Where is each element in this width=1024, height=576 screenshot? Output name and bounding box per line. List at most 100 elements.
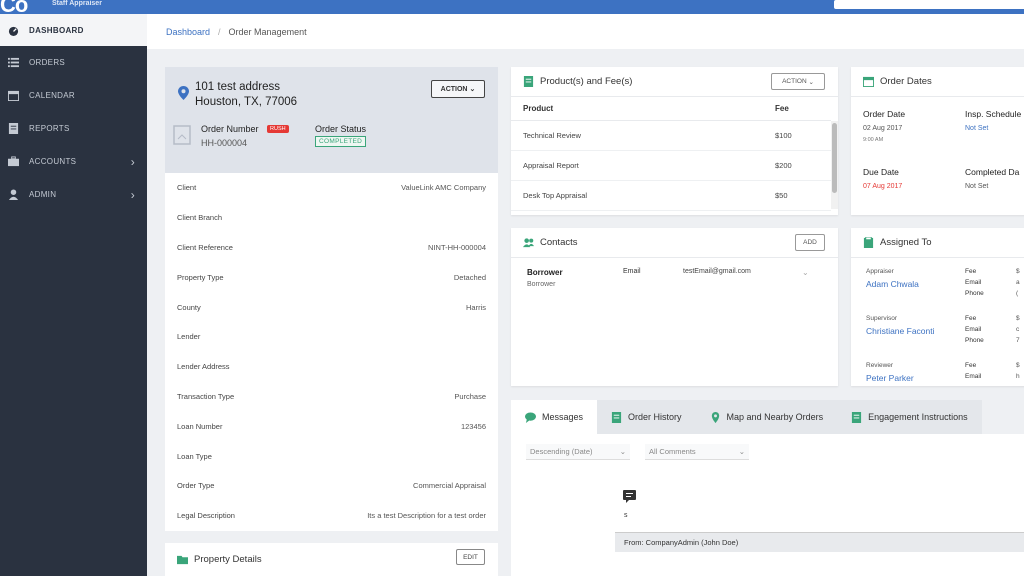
- breadcrumb-dashboard-link[interactable]: Dashboard: [166, 27, 210, 37]
- order-dates-title: Order Dates: [880, 76, 932, 87]
- product-fee: $100: [775, 131, 792, 140]
- tab-map-nearby-orders[interactable]: Map and Nearby Orders: [695, 400, 838, 434]
- detail-value: 123456: [460, 421, 486, 431]
- assignee-email-label: Email: [965, 373, 982, 380]
- sidebar-item-calendar[interactable]: CALENDAR: [0, 79, 147, 112]
- invoice-icon: [523, 76, 534, 87]
- detail-label: Order Type: [177, 481, 215, 491]
- assignee-phone-label: Phone: [965, 337, 984, 344]
- order-dates-card: Order Dates Order Date 02 Aug 2017 9:00 …: [851, 67, 1024, 215]
- contact-role: Borrower: [527, 281, 556, 288]
- breadcrumb-separator: /: [218, 26, 221, 37]
- add-contact-button[interactable]: ADD: [795, 234, 825, 251]
- order-tabs: Messages Order History Map and Nearby Or…: [511, 400, 1024, 434]
- order-status-badge: COMPLETED: [315, 136, 367, 147]
- assignee-email-label: Email: [965, 279, 982, 286]
- clipboard-icon: [863, 237, 874, 248]
- sidebar-item-orders[interactable]: ORDERS: [0, 46, 147, 79]
- property-details-label: Property Details: [194, 554, 262, 565]
- order-action-button[interactable]: ACTION ⌄: [431, 80, 485, 98]
- message-text: s: [624, 512, 628, 519]
- products-scrollbar-thumb[interactable]: [832, 123, 837, 193]
- completed-date-label: Completed Da: [965, 167, 1020, 177]
- order-action-label: ACTION: [440, 85, 468, 93]
- products-title: Product(s) and Fee(s): [540, 76, 633, 87]
- order-number-label: Order Number: [201, 124, 259, 134]
- filter-select-value: All Comments: [649, 447, 696, 456]
- chevron-down-icon[interactable]: ⌄: [802, 268, 809, 277]
- detail-value: Harris: [466, 302, 486, 312]
- chevron-down-icon: ⌄: [738, 447, 745, 456]
- sort-select[interactable]: Descending (Date) ⌄: [526, 444, 630, 460]
- user-role: Staff Appraiser: [52, 0, 102, 7]
- sidebar-item-admin[interactable]: ADMIN ›: [0, 178, 147, 211]
- detail-value: Purchase: [454, 391, 486, 401]
- detail-value: Commercial Appraisal: [413, 481, 486, 491]
- assigned-to-header: Assigned To: [851, 228, 1024, 258]
- folder-icon: [177, 555, 188, 565]
- sidebar-item-reports[interactable]: REPORTS: [0, 112, 147, 145]
- assignee-fee-label: Fee: [965, 268, 977, 275]
- assignee-name[interactable]: Christiane Faconti: [866, 326, 935, 336]
- location-pin-icon: [178, 86, 189, 100]
- detail-value: Its a test Description for a test order: [367, 511, 486, 521]
- detail-value: NINT-HH-000004: [428, 242, 486, 252]
- product-name: Technical Review: [523, 131, 581, 140]
- assignee-name[interactable]: Peter Parker: [866, 373, 914, 383]
- property-edit-button[interactable]: EDIT: [456, 549, 485, 565]
- col-product: Product: [523, 104, 554, 113]
- detail-row: County Harris: [165, 292, 498, 322]
- list-icon: [7, 57, 19, 69]
- detail-label: County: [177, 302, 201, 312]
- detail-label: Transaction Type: [177, 391, 235, 401]
- contact-email-label: Email: [623, 268, 641, 275]
- tab-label: Map and Nearby Orders: [726, 412, 824, 422]
- message-item: s From: CompanyAdmin (John Doe): [615, 490, 1024, 576]
- detail-row: Lender: [165, 322, 498, 352]
- chevron-right-icon: ›: [130, 154, 135, 169]
- assignee-fee-value: $: [1016, 268, 1020, 275]
- order-date-value: 02 Aug 2017: [863, 125, 903, 132]
- tab-messages[interactable]: Messages: [511, 400, 598, 434]
- tab-engagement-instructions[interactable]: Engagement Instructions: [837, 400, 982, 434]
- assignee-email-value: a: [1016, 279, 1020, 286]
- reports-icon: [7, 123, 19, 135]
- top-bar: Co Staff Appraiser: [0, 0, 1024, 17]
- detail-label: Client: [177, 183, 197, 193]
- inspection-schedule-value: Not Set: [965, 125, 989, 132]
- contact-name: Borrower: [527, 268, 563, 277]
- products-table: Product Fee Technical Review $100 Appraisa…: [511, 97, 831, 211]
- assignee-role: Reviewer: [866, 362, 894, 369]
- assignee-phone-label: Phone: [965, 290, 984, 297]
- chat-icon: [525, 411, 536, 423]
- product-row: Appraisal Report $200: [511, 151, 831, 181]
- detail-label: Property Type: [177, 272, 224, 282]
- due-date-value: 07 Aug 2017: [863, 183, 903, 190]
- detail-row: Property Type Detached: [165, 262, 498, 292]
- products-action-label: ACTION: [782, 78, 807, 85]
- product-name: Desk Top Appraisal: [523, 191, 588, 200]
- order-status-label: Order Status: [315, 124, 367, 134]
- property-details-card: Property Details EDIT: [165, 543, 498, 576]
- top-search-input[interactable]: [834, 0, 1024, 9]
- products-action-button[interactable]: ACTION ⌄: [771, 73, 825, 90]
- tab-order-history[interactable]: Order History: [597, 400, 696, 434]
- assignee-email-value: h: [1016, 373, 1020, 380]
- breadcrumb-current: Order Management: [228, 26, 307, 37]
- assignee-role: Supervisor: [866, 315, 898, 322]
- sidebar-item-accounts[interactable]: ACCOUNTS ›: [0, 145, 147, 178]
- assignee-fee-label: Fee: [965, 362, 977, 369]
- document-icon: [173, 125, 191, 145]
- tab-label: Order History: [628, 412, 682, 422]
- detail-row: Client Branch: [165, 203, 498, 233]
- sidebar-item-dashboard[interactable]: DASHBOARD: [0, 14, 147, 46]
- assignee-name[interactable]: Adam Chwala: [866, 279, 919, 289]
- tab-label: Engagement Instructions: [868, 412, 968, 422]
- contact-email-value[interactable]: testEmail@gmail.com: [683, 268, 751, 275]
- due-date-label: Due Date: [863, 167, 899, 177]
- filter-select[interactable]: All Comments ⌄: [645, 444, 749, 460]
- breadcrumb: Dashboard / Order Management: [147, 14, 1024, 49]
- user-icon: [7, 189, 19, 201]
- order-details-list: Client ValueLink AMC Company Client Branch…: [165, 173, 498, 531]
- detail-value: Detached: [453, 272, 486, 282]
